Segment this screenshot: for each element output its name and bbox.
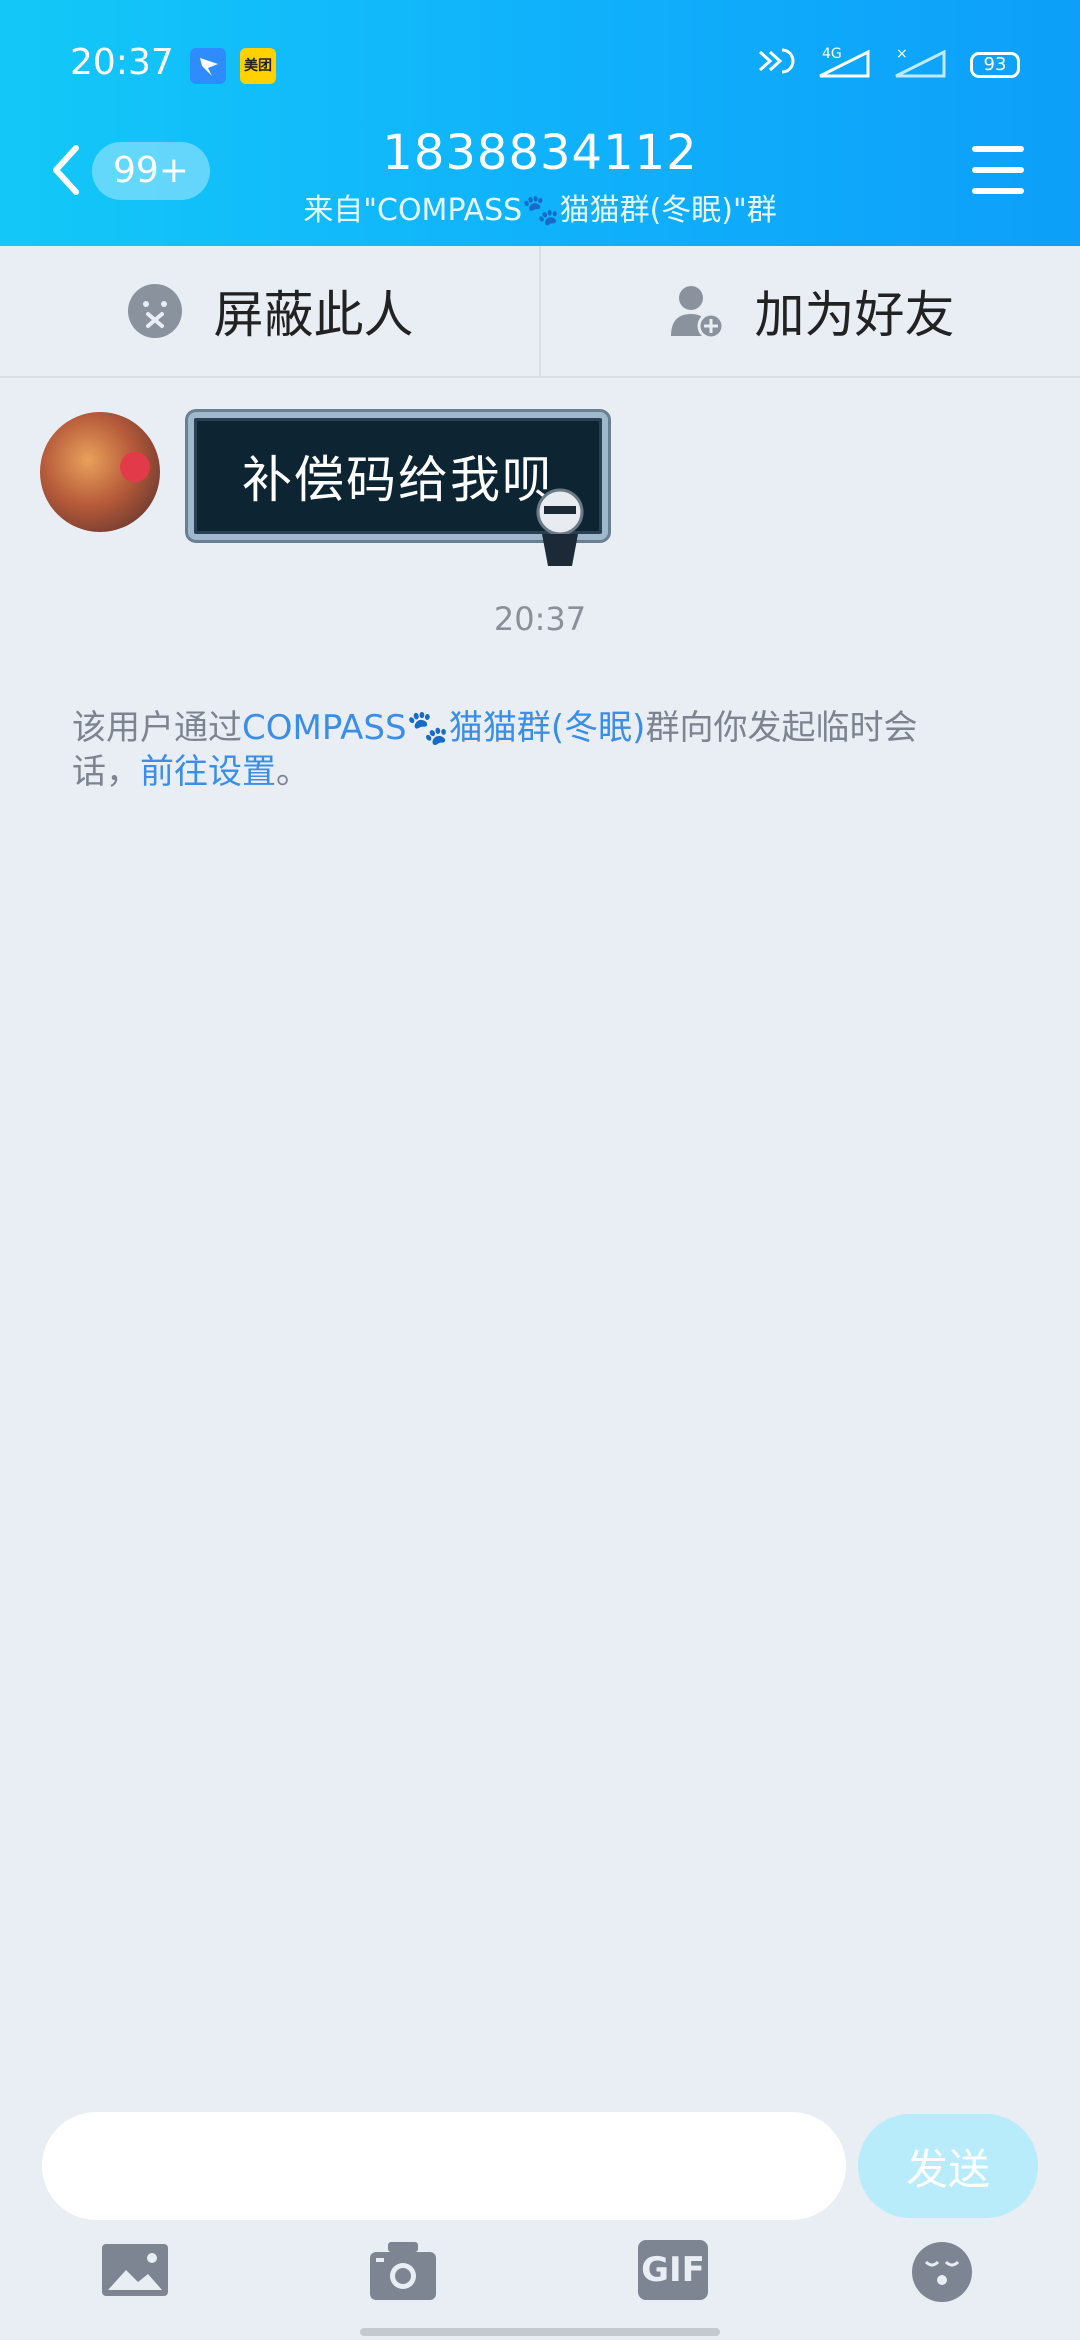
svg-text:×: × bbox=[896, 46, 908, 62]
add-friend-label: 加为好友 bbox=[754, 286, 955, 344]
add-friend-button[interactable]: 加为好友 bbox=[539, 246, 1080, 376]
chat-title: 1838834112 bbox=[382, 125, 698, 181]
network-type-label: 4G bbox=[822, 46, 842, 62]
signal-no-sim-icon: × bbox=[894, 44, 948, 85]
camera-icon bbox=[370, 2242, 436, 2300]
camera-button[interactable] bbox=[368, 2240, 438, 2304]
dingtalk-icon bbox=[190, 48, 226, 84]
status-icons: 4G × 93 bbox=[756, 44, 1020, 85]
image-button[interactable] bbox=[100, 2240, 170, 2304]
chat-subtitle: 来自"COMPASS🐾猫猫群(冬眠)"群 bbox=[303, 193, 777, 228]
unread-count-badge[interactable]: 99+ bbox=[92, 142, 210, 200]
go-to-settings-link[interactable]: 前往设置 bbox=[140, 752, 276, 792]
status-bar: 20:37 美团 4G × 93 bbox=[0, 0, 1080, 130]
input-toolbar: GIF bbox=[0, 2240, 1080, 2320]
chevron-left-icon bbox=[53, 145, 79, 195]
send-button[interactable]: 发送 bbox=[858, 2114, 1038, 2218]
input-bar: 发送 GIF bbox=[0, 2100, 1080, 2340]
meituan-icon: 美团 bbox=[240, 48, 276, 84]
block-face-icon bbox=[127, 284, 182, 338]
message-input[interactable] bbox=[42, 2112, 846, 2220]
notice-prefix: 该用户通过 bbox=[72, 708, 242, 748]
home-indicator[interactable] bbox=[360, 2328, 720, 2336]
meituan-label: 美团 bbox=[244, 58, 272, 74]
message-timestamp: 20:37 bbox=[493, 600, 587, 638]
chat-title-block: 1838834112 来自"COMPASS🐾猫猫群(冬眠)"群 bbox=[240, 125, 840, 229]
action-bar: 屏蔽此人 加为好友 bbox=[0, 246, 1080, 378]
block-user-label: 屏蔽此人 bbox=[213, 286, 414, 344]
temporary-chat-notice: 该用户通过COMPASS🐾猫猫群(冬眠)群向你发起临时会话，前往设置。 bbox=[72, 706, 972, 794]
status-time: 20:37 bbox=[70, 42, 174, 83]
signal-4g-icon: 4G bbox=[818, 44, 872, 85]
message-row: 补偿码给我呗 bbox=[40, 412, 640, 572]
avatar[interactable] bbox=[40, 412, 160, 532]
menu-button[interactable] bbox=[972, 146, 1024, 194]
message-text: 补偿码给我呗 bbox=[242, 451, 554, 509]
hamburger-icon bbox=[972, 146, 1024, 152]
block-user-button[interactable]: 屏蔽此人 bbox=[0, 246, 539, 376]
notice-suffix: 。 bbox=[276, 752, 310, 792]
emoji-icon bbox=[912, 2242, 972, 2302]
nfc-icon bbox=[756, 46, 796, 83]
image-icon bbox=[102, 2244, 168, 2296]
back-button[interactable] bbox=[44, 140, 88, 200]
gif-button[interactable]: GIF bbox=[638, 2240, 708, 2304]
battery-indicator: 93 bbox=[970, 51, 1020, 78]
rose-decoration bbox=[120, 452, 150, 482]
group-link[interactable]: COMPASS🐾猫猫群(冬眠) bbox=[242, 708, 645, 748]
bubble-character-icon bbox=[536, 488, 584, 566]
add-user-icon bbox=[670, 286, 724, 340]
chat-header: 20:37 美团 4G × 93 99+ 1838834112 来自"COMPA… bbox=[0, 0, 1080, 246]
emoji-button[interactable] bbox=[910, 2240, 980, 2304]
gif-icon: GIF bbox=[638, 2240, 708, 2300]
